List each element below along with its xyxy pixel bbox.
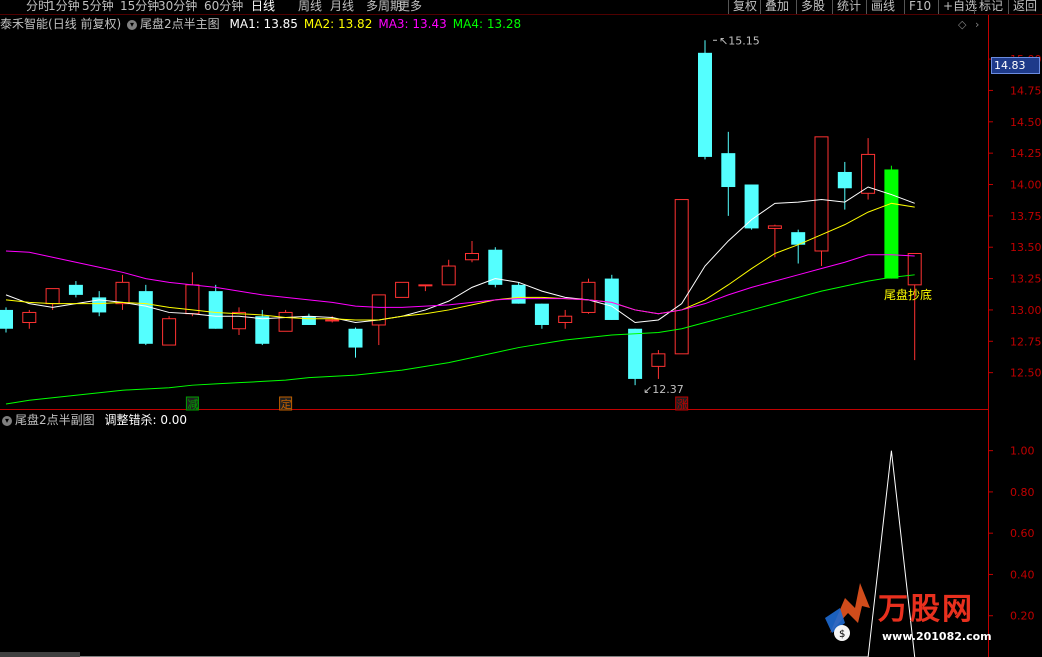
sub-series-line (6, 450, 916, 657)
toolbar-button-4[interactable]: 画线 (866, 0, 899, 14)
toolbar-button-1[interactable]: 叠加 (760, 0, 793, 14)
candle-body-17 (395, 281, 410, 298)
candle-body-22 (511, 284, 526, 304)
candle-body-32 (744, 184, 759, 229)
candle-body-39 (907, 252, 922, 286)
indicator-menu-icon[interactable]: ▾ (127, 19, 138, 30)
y-tick-label-8: 13.00 (1010, 304, 1042, 317)
ma-legend-item-4: MA4: 13.28 (452, 17, 522, 31)
ma-legend-item-2: MA2: 13.82 (303, 17, 373, 31)
period-info: (日线 前复权) (48, 17, 122, 31)
candle-body-3 (68, 284, 83, 295)
sub-indicator-name[interactable]: 尾盘2点半副图 (15, 413, 95, 427)
candle-body-33 (767, 225, 782, 229)
candle-body-24 (558, 315, 573, 323)
toolbar-button-5[interactable]: F10 (904, 0, 935, 14)
ma-legend: MA1: 13.85 MA2: 13.82 MA3: 13.43 MA4: 13.28 (224, 17, 522, 31)
candle-body-35 (814, 136, 829, 252)
main-chart-header: 泰禾智能(日线 前复权) ▾ 尾盘2点半主图 MA1: 13.85 MA2: 13.… (0, 14, 521, 34)
y-tick-label-10: 12.50 (1010, 367, 1042, 380)
chart-canvas: 15.0014.7514.5014.2514.0013.7513.5013.25… (0, 14, 1042, 657)
sub-series-label: 调整错杀: (104, 413, 157, 427)
candle-body-27 (628, 328, 643, 379)
ma-legend-item-1: MA1: 13.85 (229, 17, 298, 31)
ma-legend-item-3: MA3: 13.43 (378, 17, 447, 31)
period-tab-4[interactable]: 30分钟 (158, 0, 197, 14)
candle-body-2 (45, 288, 60, 305)
watermark-logo: $ 万股网 www.201082.com (820, 578, 1020, 648)
sub-y-tick-label-2: 0.60 (1010, 527, 1035, 540)
candle-body-14 (325, 319, 340, 322)
candle-body-10 (232, 311, 246, 330)
y-tick-label-7: 13.25 (1010, 273, 1042, 286)
period-tab-5[interactable]: 60分钟 (204, 0, 243, 14)
toolbar-button-3[interactable]: 统计 (832, 0, 865, 14)
date-scroll-strip (0, 652, 80, 657)
expand-chevron-icon[interactable]: › (975, 18, 979, 31)
candle-body-38 (884, 169, 899, 279)
marker-2: 涨 (677, 398, 688, 411)
candle-body-1 (22, 311, 37, 323)
svg-text:$: $ (839, 629, 845, 640)
period-tab-1[interactable]: 1分钟 (48, 0, 80, 14)
period-tab-10[interactable]: 更多 (398, 0, 422, 14)
stock-name: 泰禾智能 (0, 17, 49, 31)
candle-body-30 (698, 52, 712, 157)
diamond-icon[interactable]: ◇ (958, 18, 966, 31)
toolbar: 分时 1分钟 5分钟 15分钟 30分钟 60分钟 日线 周线 月线 多周期 更多 复权 叠加 多股 统计画… (0, 0, 1042, 14)
candle-body-18 (418, 284, 433, 287)
watermark-url: www.201082.com (882, 630, 992, 643)
candle-body-28 (651, 353, 666, 367)
toolbar-button-2[interactable]: 多股 (796, 0, 829, 14)
current-price-label: 14.83 (991, 57, 1040, 74)
y-tick-label-3: 14.25 (1010, 147, 1042, 160)
period-tab-8[interactable]: 月线 (330, 0, 354, 14)
y-tick-label-5: 13.75 (1010, 210, 1042, 223)
period-tab-2[interactable]: 5分钟 (82, 0, 114, 14)
candle-body-31 (721, 153, 736, 188)
watermark-brand: 万股网 (878, 592, 974, 627)
candle-body-26 (604, 278, 619, 320)
candle-body-6 (138, 291, 153, 344)
toolbar-button-8[interactable]: 返回 (1008, 0, 1041, 14)
sub-chart-header: ▾ 尾盘2点半副图 调整错杀: 0.00 (0, 410, 187, 430)
period-tab-3[interactable]: 15分钟 (120, 0, 159, 14)
candle-body-29 (674, 199, 689, 355)
low-price-label: ↙12.37 (643, 383, 684, 396)
period-tab-0[interactable]: 分时 (26, 0, 50, 14)
marker-0: 减 (187, 398, 198, 411)
candle-body-12 (278, 311, 293, 332)
candle-body-11 (255, 316, 270, 344)
y-tick-label-1: 14.75 (1010, 84, 1042, 97)
candle-body-5 (115, 281, 130, 305)
high-price-label: ↖15.15 (719, 34, 760, 47)
signal-text: 尾盘抄底 (884, 287, 932, 302)
toolbar-button-0[interactable]: 复权 (728, 0, 761, 14)
sub-y-tick-label-0: 1.00 (1010, 445, 1035, 458)
candle-body-19 (441, 265, 456, 286)
candle-body-0 (0, 309, 13, 329)
period-tab-6[interactable]: 日线 (251, 0, 275, 14)
candle-body-20 (465, 252, 479, 261)
sub-y-tick-label-1: 0.80 (1010, 486, 1035, 499)
candle-body-13 (301, 316, 316, 325)
candle-body-15 (348, 328, 363, 348)
candle-body-23 (534, 303, 549, 325)
candle-body-7 (162, 318, 177, 346)
y-tick-label-2: 14.50 (1010, 116, 1042, 129)
y-tick-label-4: 14.00 (1010, 179, 1042, 192)
candle-body-36 (837, 171, 852, 189)
period-tab-9[interactable]: 多周期 (366, 0, 402, 14)
candle-body-9 (208, 291, 223, 329)
candle-body-25 (581, 281, 596, 313)
y-tick-label-9: 12.75 (1010, 335, 1042, 348)
sub-indicator-menu-icon[interactable]: ▾ (2, 415, 12, 426)
toolbar-button-7[interactable]: 标记 (974, 0, 1007, 14)
indicator-name[interactable]: 尾盘2点半主图 (140, 17, 220, 31)
y-tick-label-6: 13.50 (1010, 241, 1042, 254)
marker-1: 定 (281, 397, 292, 411)
sub-series-value: 0.00 (160, 413, 188, 427)
period-tab-7[interactable]: 周线 (298, 0, 322, 14)
